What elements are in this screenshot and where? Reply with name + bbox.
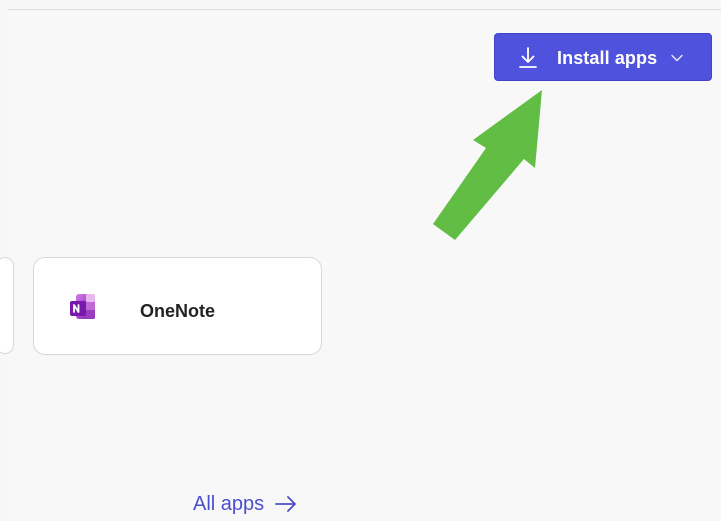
onenote-icon: [70, 294, 95, 319]
install-apps-label: Install apps: [557, 48, 658, 68]
app-name: OneNote: [140, 301, 216, 321]
all-apps-label: All apps: [193, 493, 265, 515]
arrow-right-icon: [274, 496, 296, 512]
all-apps-link[interactable]: All apps: [193, 491, 297, 521]
install-apps-button[interactable]: Install apps: [494, 33, 712, 81]
download-icon: [519, 47, 537, 68]
green-arrow-annotation: [433, 90, 542, 240]
app-card-onenote[interactable]: OneNote: [33, 257, 322, 355]
app-card-partial[interactable]: [0, 257, 14, 354]
chevron-down-icon: [671, 54, 683, 62]
